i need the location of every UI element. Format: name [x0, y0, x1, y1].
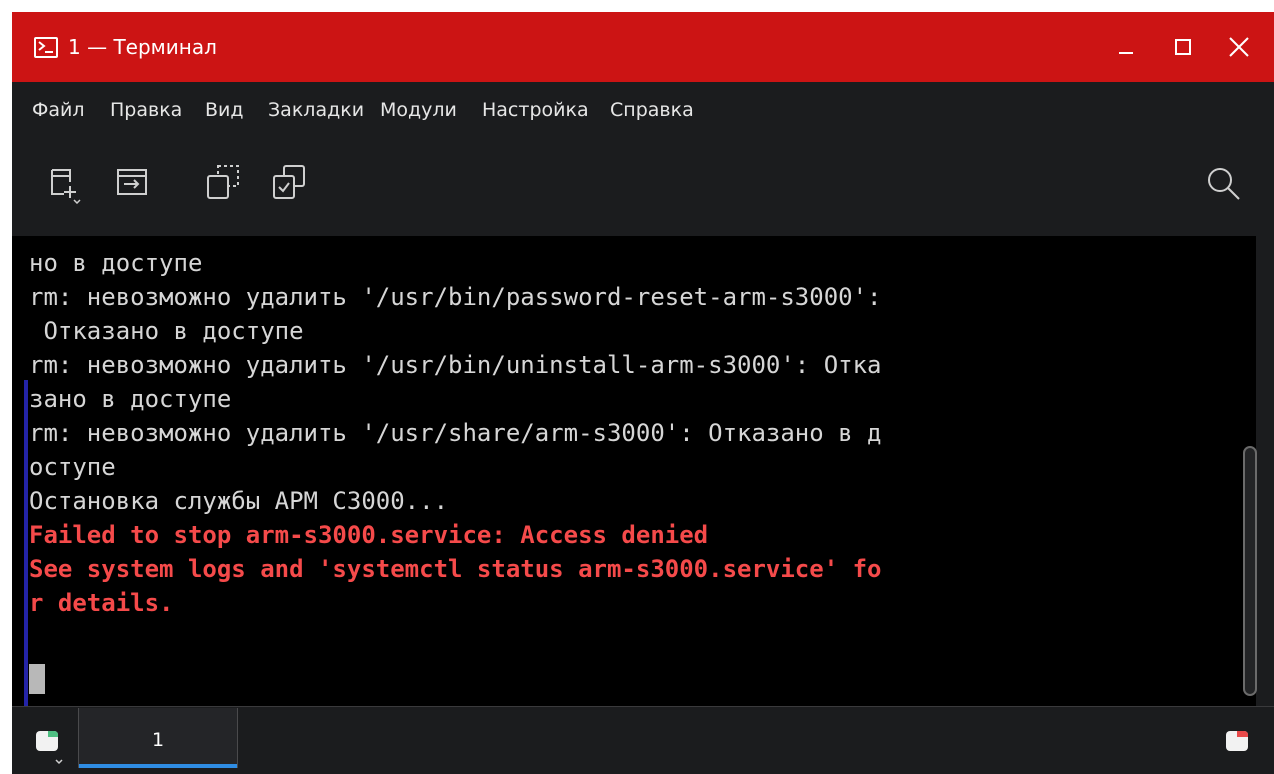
maximize-icon	[1175, 39, 1191, 55]
detach-tab-button[interactable]	[204, 164, 244, 204]
menu-bookmarks[interactable]: Закладки	[268, 98, 364, 122]
minimize-button[interactable]	[1112, 32, 1142, 62]
split-view-button[interactable]	[114, 164, 154, 204]
menu-bar: Файл Правка Вид Закладки Модули Настройк…	[12, 82, 1274, 138]
close-icon	[1229, 37, 1249, 57]
new-tab-icon	[51, 169, 81, 205]
close-tab-button[interactable]	[1224, 729, 1250, 755]
terminal-line: зано в доступе	[29, 385, 232, 413]
new-tab-menu-button[interactable]	[34, 727, 68, 767]
copy-input-icon	[273, 165, 305, 199]
close-tab-icon	[1226, 731, 1248, 751]
active-tab-indicator	[79, 764, 237, 768]
window-title: 1 — Терминал	[68, 35, 217, 59]
menu-file[interactable]: Файл	[32, 98, 85, 122]
tab-bar: 1	[12, 706, 1274, 774]
terminal-line-error: See system logs and 'systemctl status ar…	[29, 555, 882, 583]
menu-settings[interactable]: Настройка	[482, 98, 589, 122]
terminal-line: но в доступе	[29, 249, 203, 277]
scrollbar-track[interactable]	[1256, 236, 1274, 706]
menu-edit[interactable]: Правка	[110, 98, 182, 122]
tab-1[interactable]: 1	[78, 708, 238, 768]
terminal-line: rm: невозможно удалить '/usr/bin/uninsta…	[29, 351, 882, 379]
konsole-window: 1 — Терминал Файл Правка Вид Закладки Мо…	[12, 12, 1274, 774]
terminal-line: Отказано в доступе	[29, 317, 304, 345]
close-button[interactable]	[1224, 32, 1254, 62]
terminal-line: rm: невозможно удалить '/usr/bin/passwor…	[29, 283, 882, 311]
search-icon	[1208, 168, 1240, 200]
terminal-line: rm: невозможно удалить '/usr/share/arm-s…	[29, 419, 882, 447]
toolbar	[12, 138, 1274, 236]
terminal-line: Остановка службы АРМ С3000...	[29, 487, 449, 515]
terminal-line-error: Failed to stop arm-s3000.service: Access…	[29, 521, 709, 549]
maximize-button[interactable]	[1168, 32, 1198, 62]
split-view-icon	[117, 169, 147, 195]
copy-input-button[interactable]	[270, 164, 310, 204]
minimize-icon	[1119, 52, 1133, 54]
terminal-display[interactable]: но в доступе rm: невозможно удалить '/us…	[12, 236, 1256, 706]
title-bar[interactable]: 1 — Терминал	[12, 12, 1274, 82]
terminal-line-error: r details.	[29, 589, 174, 617]
tab-menu-icon	[36, 731, 63, 765]
menu-help[interactable]: Справка	[610, 98, 694, 122]
detach-tab-icon	[207, 165, 239, 199]
terminal-cursor	[29, 664, 45, 694]
tab-label: 1	[151, 729, 165, 751]
terminal-output: но в доступе rm: невозможно удалить '/us…	[29, 246, 882, 620]
terminal-line: оступе	[29, 453, 116, 481]
terminal-marker	[24, 380, 28, 706]
menu-plugins[interactable]: Модули	[380, 98, 457, 122]
search-button[interactable]	[1204, 164, 1244, 204]
menu-view[interactable]: Вид	[205, 98, 244, 122]
terminal-icon	[34, 37, 58, 58]
new-tab-button[interactable]	[48, 164, 88, 205]
scrollbar-thumb[interactable]	[1243, 446, 1257, 696]
